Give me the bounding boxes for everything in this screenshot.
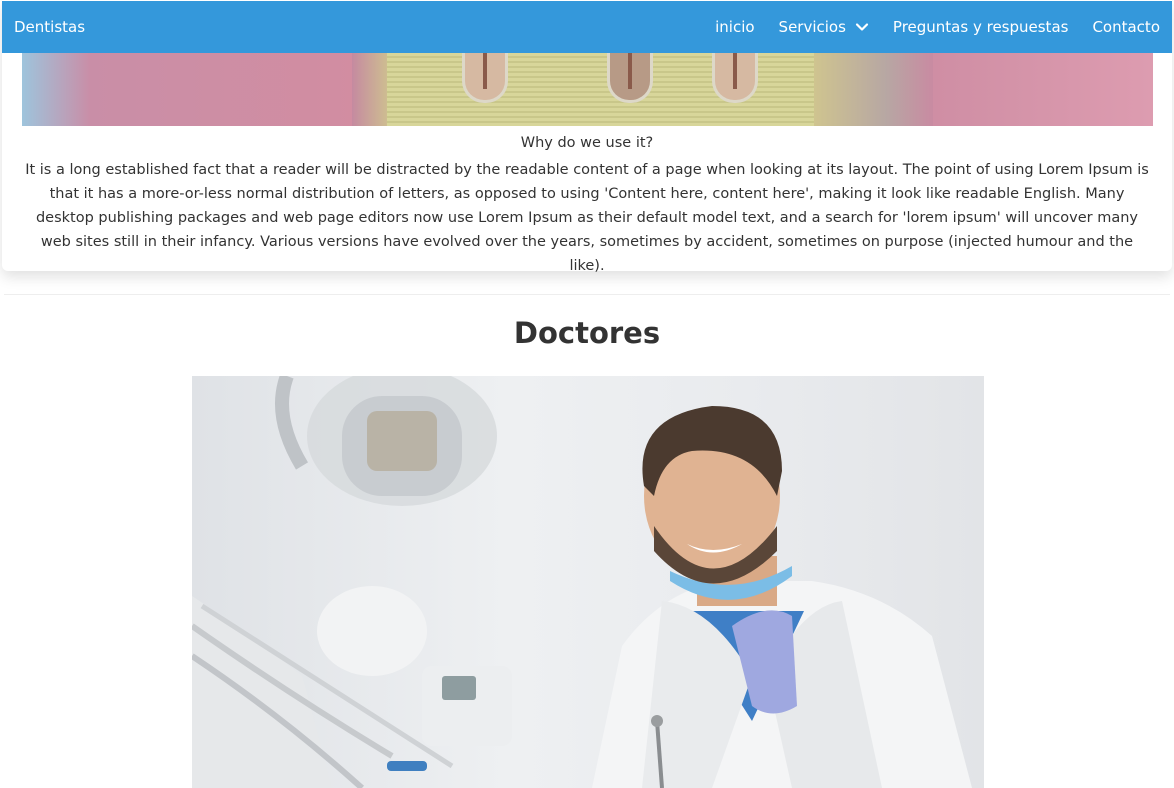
nav-links: inicio Servicios Preguntas y respuestas … (715, 1, 1160, 53)
chevron-down-icon (855, 23, 869, 31)
doctor-illustration (192, 376, 972, 788)
nav-link-inicio[interactable]: inicio (715, 18, 754, 36)
hero-tooth-image (22, 53, 1153, 126)
main-navbar: Dentistas inicio Servicios Preguntas y r… (2, 1, 1172, 53)
nav-link-contacto[interactable]: Contacto (1092, 18, 1160, 36)
nav-link-servicios-label: Servicios (778, 18, 846, 36)
intro-heading: Why do we use it? (520, 135, 654, 151)
doctor-photo (192, 376, 984, 788)
section-divider (4, 294, 1170, 295)
intro-paragraph: It is a long established fact that a rea… (25, 162, 1149, 274)
nav-link-preguntas[interactable]: Preguntas y respuestas (893, 18, 1069, 36)
nav-dropdown-servicios[interactable]: Servicios (779, 18, 869, 36)
doctors-title: Doctores (513, 316, 661, 350)
brand-link[interactable]: Dentistas (14, 18, 85, 36)
